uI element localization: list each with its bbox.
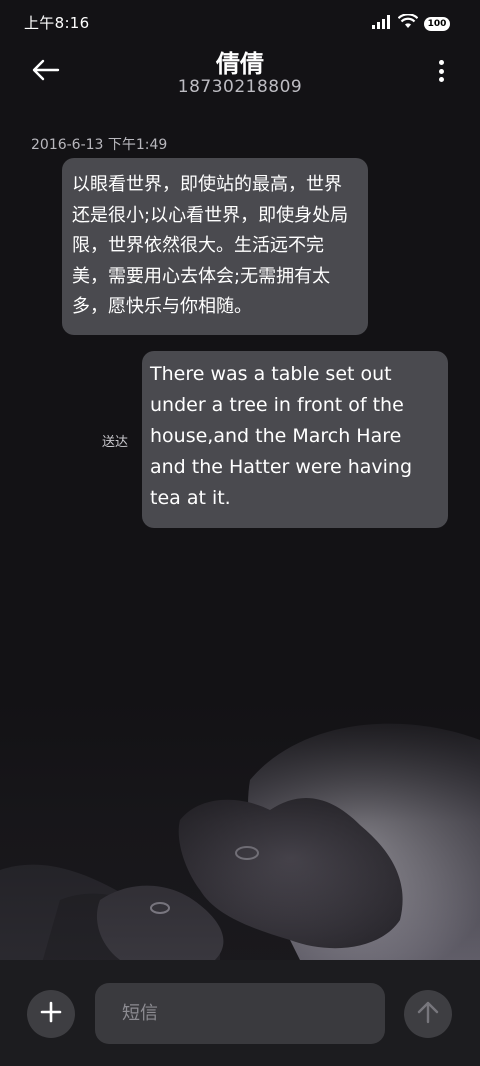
conversation-header: 倩倩 18730218809 <box>0 44 480 104</box>
wallpaper-image <box>0 700 480 970</box>
more-vertical-icon <box>438 60 444 65</box>
contact-number: 18730218809 <box>177 77 303 97</box>
composer-bar <box>0 960 480 1066</box>
contact-name: 倩倩 <box>216 50 264 78</box>
send-arrow-up-icon <box>417 1000 439 1028</box>
sms-input[interactable] <box>95 983 385 1044</box>
status-icons: 100 <box>372 13 450 33</box>
add-attachment-button[interactable] <box>27 990 75 1038</box>
more-options-button[interactable] <box>432 56 450 86</box>
messaging-screen: 上午8:16 100 倩倩 18730218809 2016-6-13 下午1:… <box>0 0 480 1066</box>
message-timestamp: 2016-6-13 下午1:49 <box>31 137 168 153</box>
battery-icon: 100 <box>424 16 450 31</box>
status-bar: 上午8:16 100 <box>0 0 480 44</box>
signal-icon <box>372 14 392 33</box>
send-button[interactable] <box>404 990 452 1038</box>
delivery-status: 送达 <box>102 435 129 450</box>
plus-icon <box>40 1001 62 1027</box>
status-time: 上午8:16 <box>24 14 90 32</box>
received-message-bubble[interactable]: 以眼看世界，即使站的最高，世界还是很小;以心看世界，即使身处局限，世界依然很大。… <box>62 158 368 335</box>
sent-message-bubble[interactable]: There was a table set out under a tree i… <box>142 351 448 528</box>
wifi-icon <box>397 13 419 33</box>
